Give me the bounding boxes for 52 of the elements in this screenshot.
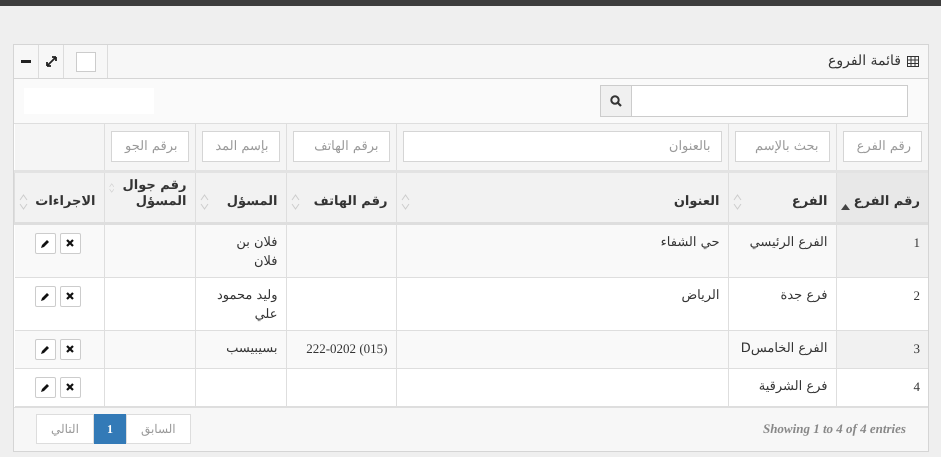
expand-icon [46,56,56,67]
table-cell: الفرع الرئيسي [750,234,828,250]
edit-button[interactable] [34,338,56,360]
filter-field[interactable]: برقم الهاتف [292,131,390,162]
entries-info: Showing 1 to 4 of 4 entries [762,420,906,438]
table-cell: 4 [914,378,920,394]
close-icon [66,239,74,247]
table-cell-text: فلان بن فلان [235,234,278,270]
column-header[interactable]: الفرع [792,194,828,210]
search-field[interactable] [632,85,908,117]
table-cell: 3 [914,340,920,356]
column-header[interactable]: رقم جوال المسؤل [114,178,186,210]
table-icon [907,56,919,67]
table-cell: حي الشفاء [660,234,720,250]
filter-field[interactable]: بالعنوان [402,131,722,162]
edit-button[interactable] [34,376,56,398]
panel-title: قائمة الفروع [828,52,901,71]
table-cell: (015) 222-0202 [306,340,388,356]
page-button[interactable]: 1 [94,414,126,444]
pencil-icon [40,382,50,392]
table-cell: الرياض [681,288,720,302]
column-header[interactable]: رقم الهاتف [314,194,388,210]
close-icon [66,383,74,391]
filter-field[interactable]: بحث بالإسم [734,131,830,162]
delete-button[interactable] [60,232,80,254]
table-cell: 1 [914,234,920,250]
column-header[interactable]: الاجراءات [35,194,96,210]
edit-button[interactable] [34,232,56,254]
search-button[interactable] [600,85,632,117]
edit-button[interactable] [34,286,56,306]
table-cell-text: بسيبيسب [226,340,278,358]
pencil-icon [40,238,50,248]
minus-icon [21,60,31,63]
filter-field[interactable]: رقم الفرع [842,131,922,162]
filter-field[interactable]: بإسم المد [202,131,280,162]
close-icon [66,345,74,353]
table-cell: فرع الشرقية [758,378,828,394]
search-icon [610,95,622,107]
close-icon [66,292,74,300]
table-cell-text: وليد محمود علي [216,286,278,324]
table-cell: فرع جدة [780,288,828,302]
table-cell: 2 [914,288,920,302]
table-cell: الفرع الخامسD [740,340,828,356]
delete-button[interactable] [60,286,80,306]
delete-button[interactable] [60,376,80,398]
column-header[interactable]: المسؤل [226,194,278,210]
filter-field[interactable]: برقم الجو [110,131,188,162]
pencil-icon [40,292,50,300]
delete-button[interactable] [60,338,80,360]
pencil-icon [40,344,50,354]
column-header[interactable]: العنوان [674,194,720,210]
select-checkbox[interactable] [76,52,96,72]
